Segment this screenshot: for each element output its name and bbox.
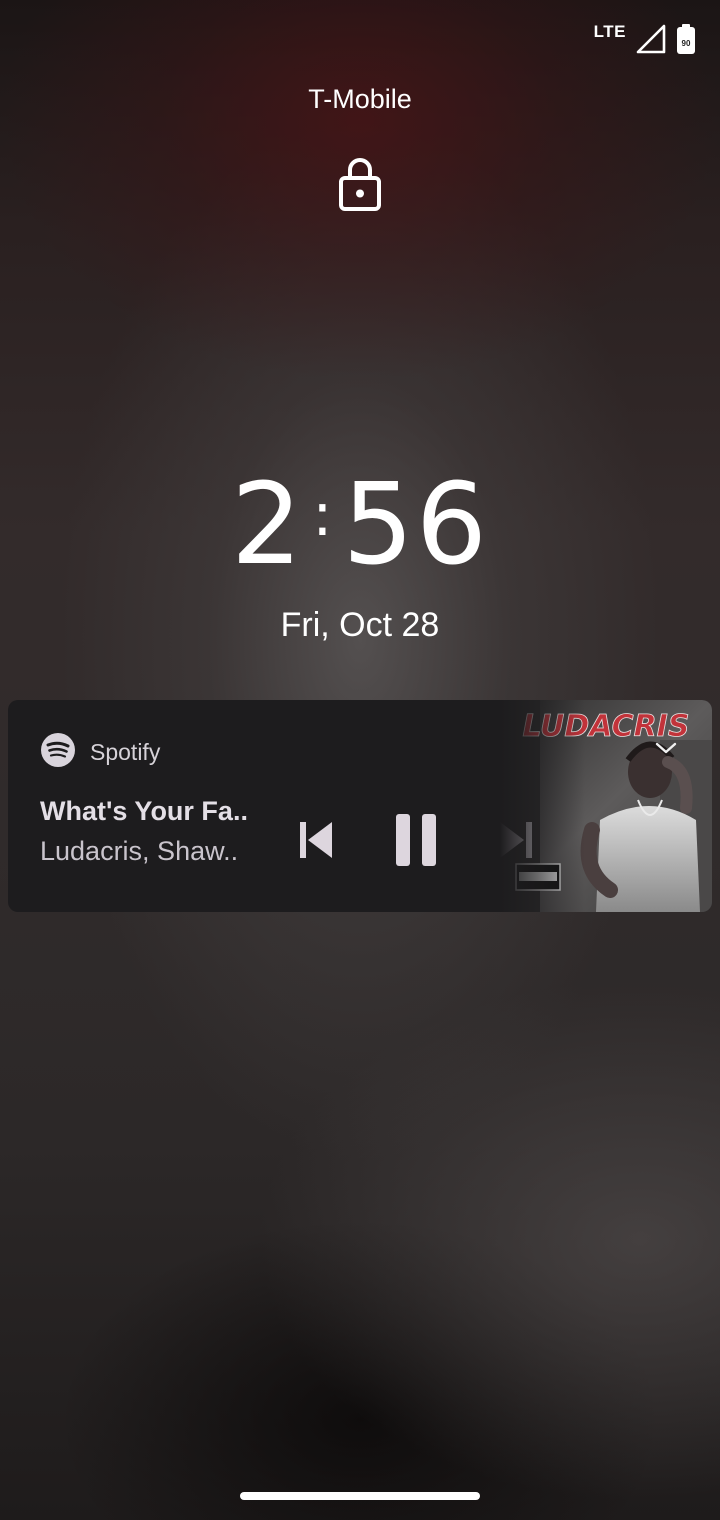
cell-signal-icon (636, 24, 666, 54)
media-app-header: Spotify (40, 732, 160, 773)
media-player-card[interactable]: LUDACRIS Spotify What's Your Fa.. Ludacr… (8, 700, 712, 912)
battery-icon: 90 (676, 24, 696, 54)
carrier-name: T-Mobile (308, 84, 412, 114)
battery-level-text: 90 (682, 39, 691, 48)
spotify-icon (40, 732, 76, 773)
track-artist: Ludacris, Shaw.. (40, 836, 239, 866)
track-title: What's Your Fa.. (40, 796, 248, 826)
lockscreen-clock: 2:56 (0, 460, 720, 590)
network-type-label: LTE (593, 22, 626, 41)
clock-minutes: 56 (342, 460, 489, 590)
lockscreen-date: Fri, Oct 28 (280, 606, 440, 644)
clock-hour: 2 (231, 460, 305, 590)
previous-track-icon[interactable] (296, 820, 336, 860)
clock-separator: : (312, 480, 335, 550)
pause-icon[interactable] (392, 812, 440, 868)
lock-icon[interactable] (336, 154, 384, 214)
album-art: LUDACRIS (500, 700, 712, 912)
status-bar: LTE 90 (594, 22, 696, 56)
media-app-name: Spotify (90, 739, 161, 765)
home-bar[interactable] (240, 1492, 480, 1500)
album-banner-text: LUDACRIS (523, 709, 690, 744)
collapse-chevron-icon[interactable] (654, 740, 678, 756)
lock-screen: LTE 90 T-Mobile 2:56 Fri, Oct 28 LUDACR… (0, 0, 720, 1520)
